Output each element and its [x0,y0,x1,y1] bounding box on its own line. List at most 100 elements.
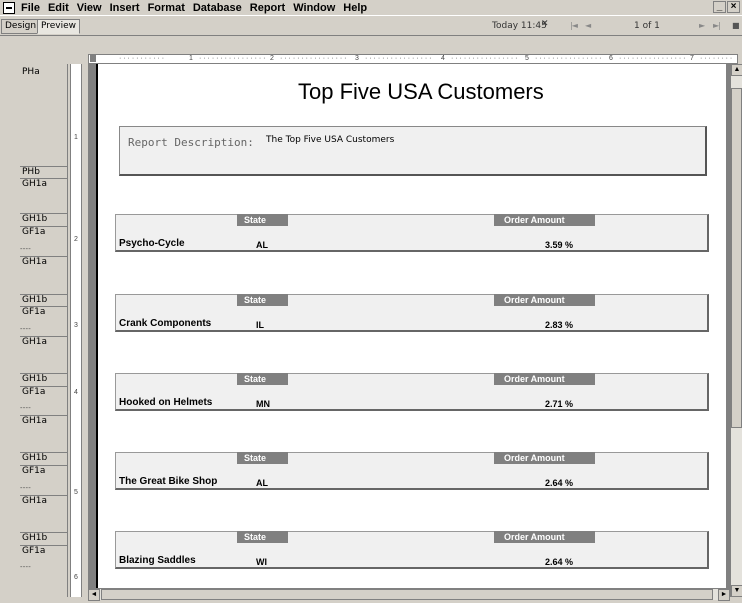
menu-insert[interactable]: Insert [108,2,146,14]
view-tab-bar: Design Preview Today 11:45 ✕ |◄ ◄ 1 of 1… [0,17,742,36]
scroll-down-icon[interactable]: ▼ [731,585,742,597]
next-page-icon[interactable]: ► [699,21,705,30]
close-button[interactable]: × [727,1,740,13]
horizontal-scrollbar[interactable]: ◄ ► [88,588,730,601]
section-divider: - - - - [20,404,31,412]
last-page-icon[interactable]: ►| [713,21,721,30]
customer-name: Crank Components [119,318,212,329]
menu-view[interactable]: View [75,2,108,14]
menu-file[interactable]: File [19,2,46,14]
ruler-label: 6 [609,55,613,62]
menu-bar: File Edit View Insert Format Database Re… [0,0,742,16]
order-amount-column-header: Order Amount [494,294,595,306]
section-group-header-1b[interactable]: GH1b [20,213,68,225]
report-canvas-area: Top Five USA Customers Report Descriptio… [88,64,730,588]
menu-database[interactable]: Database [191,2,248,14]
section-group-header-1a[interactable]: GH1a [20,178,68,190]
customer-state: AL [256,240,268,250]
customer-group-row[interactable]: State Order Amount The Great Bike Shop A… [115,452,709,490]
scroll-right-icon[interactable]: ► [718,589,730,601]
section-divider: - - - - [20,563,31,571]
app-icon[interactable] [3,1,15,14]
customer-group-row[interactable]: State Order Amount Hooked on Helmets MN … [115,373,709,411]
section-divider: - - - - [20,484,31,492]
customer-group-row[interactable]: State Order Amount Blazing Saddles WI 2.… [115,531,709,569]
prev-page-icon[interactable]: ◄ [585,21,591,30]
section-group-footer-1a[interactable]: GF1a [20,545,68,557]
scroll-left-icon[interactable]: ◄ [88,589,100,601]
left-gutter [0,36,18,603]
state-column-header: State [237,373,288,385]
customer-name: Hooked on Helmets [119,397,213,408]
customer-state: AL [256,478,268,488]
state-column-header: State [237,452,288,464]
order-amount-percent: 2.64 % [545,478,574,488]
state-column-header: State [237,214,288,226]
section-divider: - - - - [20,325,31,333]
section-group-header-1b[interactable]: GH1b [20,532,68,544]
section-group-header-1b[interactable]: GH1b [20,452,68,464]
tab-preview[interactable]: Preview [37,19,81,34]
state-column-header: State [237,531,288,543]
customer-state: IL [256,320,264,330]
menu-help[interactable]: Help [341,2,373,14]
horizontal-scroll-thumb[interactable] [101,589,713,600]
ruler-label: 4 [74,389,78,396]
first-page-icon[interactable]: |◄ [570,21,578,30]
ruler-label: 7 [690,55,694,62]
tab-design[interactable]: Design [1,19,40,34]
scroll-up-icon[interactable]: ▲ [731,64,742,76]
order-amount-percent: 2.64 % [545,557,574,567]
section-group-header-1a[interactable]: GH1a [20,256,68,268]
order-amount-column-header: Order Amount [494,214,595,226]
vertical-scroll-thumb[interactable] [731,88,742,428]
ruler-label: 5 [525,55,529,62]
section-group-footer-1a[interactable]: GF1a [20,386,68,398]
ruler-label: 6 [74,574,78,581]
crystal-reports-window: File Edit View Insert Format Database Re… [0,0,742,603]
section-group-header-1b[interactable]: GH1b [20,294,68,306]
section-group-header-1a[interactable]: GH1a [20,415,68,427]
menu-edit[interactable]: Edit [46,2,75,14]
minimize-button[interactable]: _ [713,1,726,13]
horizontal-ruler: · · · · · · · · · · · 1 · · · · · · · · … [88,54,738,64]
section-group-header-1a[interactable]: GH1a [20,336,68,348]
section-group-header-1b[interactable]: GH1b [20,373,68,385]
section-group-footer-1a[interactable]: GF1a [20,306,68,318]
preview-timestamp: Today 11:45 [492,21,547,31]
ruler-label: 1 [74,134,78,141]
order-amount-percent: 2.71 % [545,399,574,409]
report-description-label: Report Description: [128,136,254,149]
customer-state: MN [256,399,270,409]
section-group-header-1a[interactable]: GH1a [20,495,68,507]
ruler-label: 5 [74,489,78,496]
section-page-header-b[interactable]: PHb [20,166,68,178]
close-preview-icon[interactable]: ✕ [541,19,549,29]
section-divider: - - - - [20,245,31,253]
order-amount-column-header: Order Amount [494,373,595,385]
state-column-header: State [237,294,288,306]
order-amount-percent: 3.59 % [545,240,574,250]
vertical-scrollbar[interactable]: ▲ ▼ [730,64,742,597]
report-description-box[interactable]: Report Description: The Top Five USA Cus… [119,126,707,176]
customer-name: Blazing Saddles [119,555,196,566]
ruler-origin-marker [90,55,96,62]
report-description-value: The Top Five USA Customers [266,135,395,145]
customer-group-row[interactable]: State Order Amount Crank Components IL 2… [115,294,709,332]
customer-group-row[interactable]: State Order Amount Psycho-Cycle AL 3.59 … [115,214,709,252]
customer-name: The Great Bike Shop [119,476,218,487]
window-controls: _ × [713,1,740,13]
section-group-footer-1a[interactable]: GF1a [20,226,68,238]
section-page-header-a[interactable]: PHa [20,67,68,78]
ruler-label: 3 [355,55,359,62]
section-group-footer-1a[interactable]: GF1a [20,465,68,477]
menu-report[interactable]: Report [248,2,291,14]
menu-window[interactable]: Window [291,2,341,14]
stop-icon[interactable]: ■ [732,21,740,30]
menu-format[interactable]: Format [146,2,191,14]
report-title[interactable]: Top Five USA Customers [298,79,544,105]
report-page: Top Five USA Customers Report Descriptio… [96,64,726,588]
customer-name: Psycho-Cycle [119,238,185,249]
customer-state: WI [256,557,267,567]
page-indicator: 1 of 1 [634,21,660,31]
